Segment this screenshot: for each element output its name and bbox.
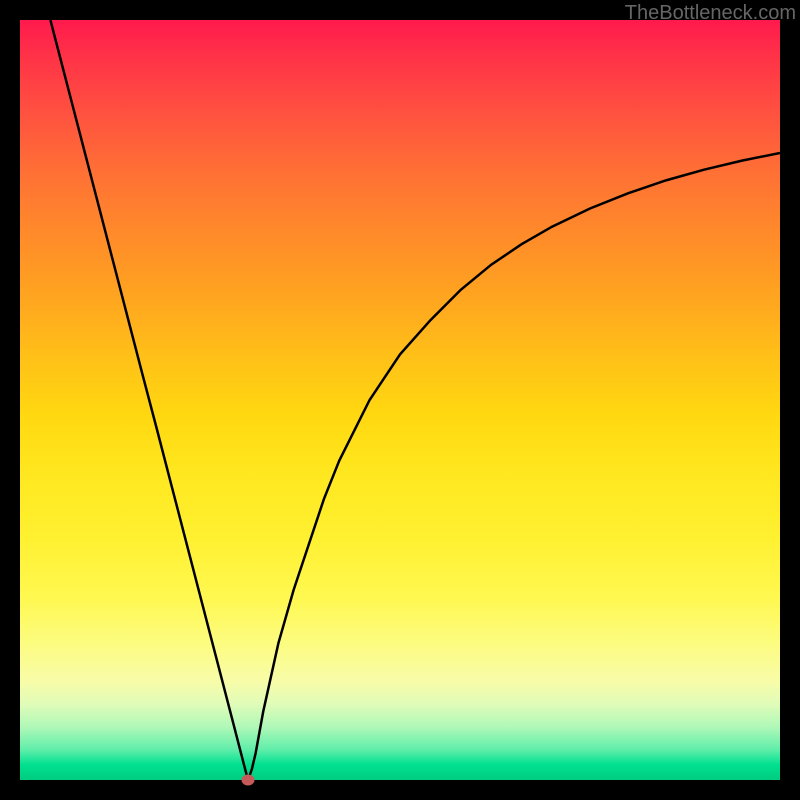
- bottleneck-curve: [50, 20, 780, 780]
- curve-svg: [20, 20, 780, 780]
- chart-container: TheBottleneck.com: [0, 0, 800, 800]
- minimum-marker: [242, 775, 255, 786]
- watermark-text: TheBottleneck.com: [625, 2, 796, 25]
- plot-area: [20, 20, 780, 780]
